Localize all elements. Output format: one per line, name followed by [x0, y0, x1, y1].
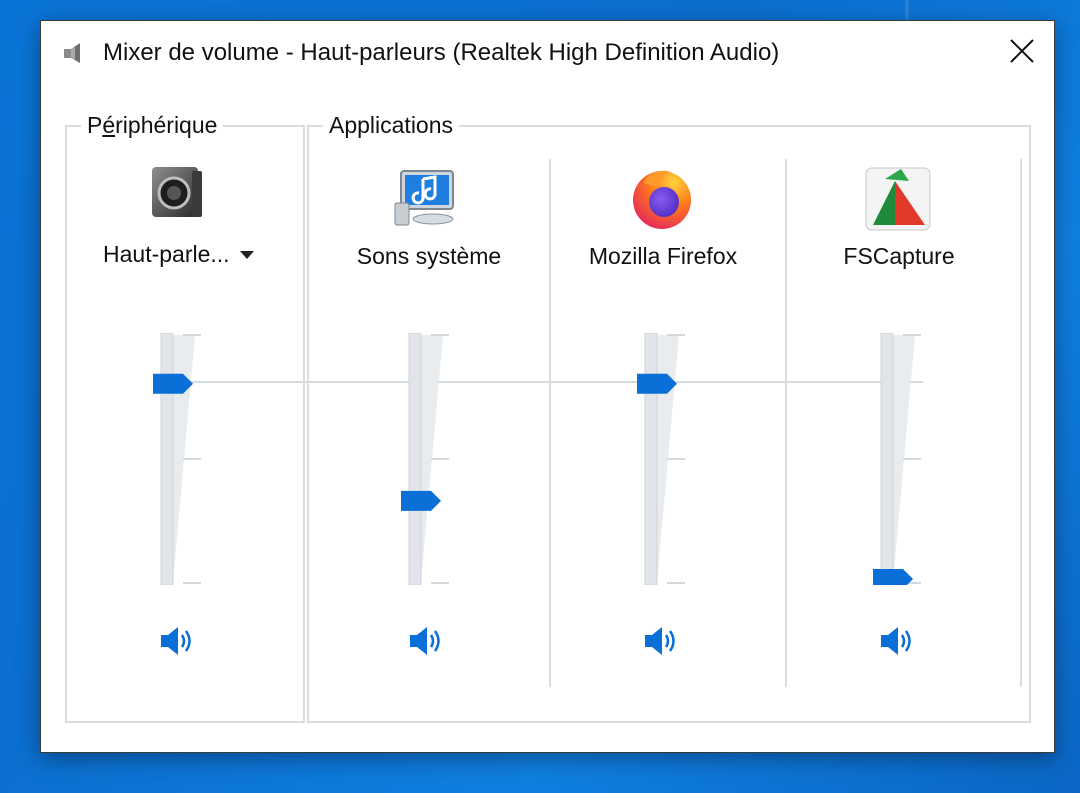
fscapture-icon	[865, 167, 931, 231]
slider-track	[401, 333, 449, 585]
app-name: Sons système	[356, 243, 502, 269]
slider-tick	[183, 334, 201, 336]
speaker-volume-icon	[881, 627, 911, 655]
mute-button[interactable]	[158, 623, 198, 659]
app-name: Mozilla Firefox	[588, 243, 738, 269]
speaker-device-icon	[152, 167, 202, 217]
mute-button[interactable]	[642, 623, 682, 659]
device-group-label: Périphérique	[81, 112, 224, 139]
slider-thumb[interactable]	[401, 490, 441, 511]
slider-tick	[667, 582, 685, 584]
slider-tick	[431, 582, 449, 584]
slider-tick	[431, 334, 449, 336]
slider-tick	[667, 458, 685, 460]
app-volume-slider[interactable]	[873, 333, 933, 585]
slider-tick	[903, 334, 921, 336]
speaker-icon	[64, 43, 80, 63]
slider-tick	[667, 334, 685, 336]
app-volume-slider[interactable]	[637, 333, 697, 585]
speaker-volume-icon	[410, 627, 440, 655]
title-bar[interactable]: Mixer de volume - Haut-parleurs (Realtek…	[41, 21, 1054, 85]
slider-track	[637, 333, 685, 585]
slider-thumb[interactable]	[873, 569, 913, 585]
slider-tick	[431, 458, 449, 460]
app-volume-slider[interactable]	[401, 333, 461, 585]
close-button[interactable]	[990, 21, 1054, 81]
system-sounds-icon	[394, 170, 454, 226]
app-name: FSCapture	[843, 243, 955, 269]
column-separator	[1020, 159, 1022, 687]
device-dropdown[interactable]: Haut-parle...	[103, 241, 254, 268]
window-title: Mixer de volume - Haut-parleurs (Realtek…	[103, 39, 780, 66]
applications-group-label: Applications	[323, 112, 460, 139]
speaker-volume-icon	[645, 627, 675, 655]
mute-button[interactable]	[878, 623, 918, 659]
firefox-icon	[633, 170, 691, 229]
volume-mixer-window: Mixer de volume - Haut-parleurs (Realtek…	[40, 20, 1055, 753]
column-separator	[785, 159, 787, 687]
slider-tick	[183, 458, 201, 460]
mute-button[interactable]	[407, 623, 447, 659]
slider-track	[873, 333, 921, 585]
close-icon	[1010, 39, 1034, 63]
device-volume-slider[interactable]	[153, 333, 213, 585]
slider-track	[153, 333, 201, 585]
slider-tick	[903, 458, 921, 460]
chevron-down-icon	[239, 250, 254, 259]
level-indicator-line	[163, 381, 923, 383]
slider-tick	[183, 582, 201, 584]
speaker-volume-icon	[161, 627, 191, 655]
device-name: Haut-parle...	[103, 241, 230, 267]
column-separator	[549, 159, 551, 687]
